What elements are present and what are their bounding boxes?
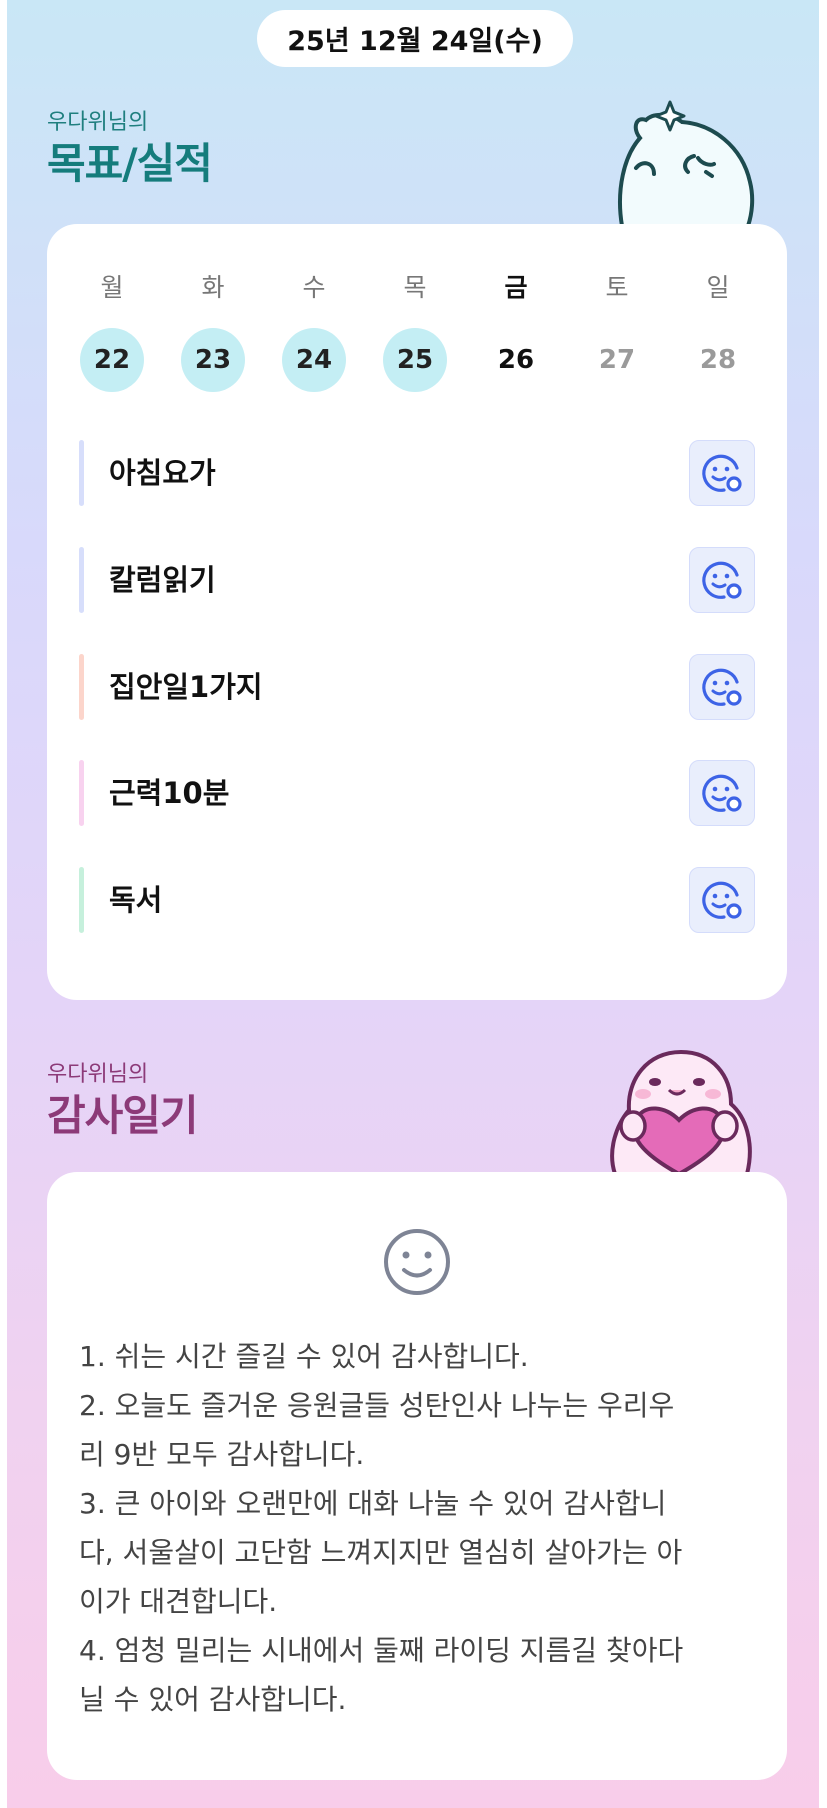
diary-line: 1. 쉬는 시간 즐길 수 있어 감사합니다. [79,1340,529,1373]
diary-line: 3. 큰 아이와 오랜만에 대화 나눌 수 있어 감사합니 [79,1487,667,1520]
goal-item[interactable]: 독서 [79,867,755,933]
smile-plus-icon [702,454,742,492]
date-25[interactable]: 25 [383,328,447,392]
ghost-mascot-sparkle-icon [618,100,755,226]
weekday-tue: 화 [201,273,225,302]
goal-check-button[interactable] [689,867,755,933]
goal-label: 근력10분 [109,776,230,810]
diary-text[interactable]: 1. 쉬는 시간 즐길 수 있어 감사합니다. 2. 오늘도 즐거운 응원글들 … [79,1332,759,1724]
date-22[interactable]: 22 [80,328,144,392]
weekday-wed: 수 [302,273,326,302]
weekday-thu: 목 [403,273,427,302]
goal-label: 아침요가 [109,456,216,490]
goal-item[interactable]: 근력10분 [79,760,755,826]
weekday-fri: 금 [504,273,528,302]
goal-check-button[interactable] [689,440,755,506]
date-24[interactable]: 24 [282,328,346,392]
goal-check-button[interactable] [689,760,755,826]
diary-line: 2. 오늘도 즐거운 응원글들 성탄인사 나누는 우리우 [79,1389,675,1422]
goals-title: 목표/실적 [47,139,213,188]
smile-plus-icon [702,881,742,919]
goal-item[interactable]: 칼럼읽기 [79,547,755,613]
diary-line: 다, 서울살이 고단함 느껴지지만 열심히 살아가는 아 [79,1536,683,1569]
weekday-mon: 월 [100,273,124,302]
smile-plus-icon [702,561,742,599]
goal-color-bar [79,654,84,720]
diary-line: 리 9반 모두 감사합니다. [79,1438,365,1471]
goal-item[interactable]: 아침요가 [79,440,755,506]
goal-color-bar [79,760,84,826]
mood-selector[interactable] [381,1226,453,1298]
diary-line: 닐 수 있어 감사합니다. [79,1683,347,1716]
date-28[interactable]: 28 [686,328,750,392]
goal-item[interactable]: 집안일1가지 [79,654,755,720]
date-header[interactable]: 25년 12월 24일(수) [257,10,573,67]
goal-check-button[interactable] [689,547,755,613]
gratitude-title: 감사일기 [47,1091,199,1140]
diary-line: 이가 대견합니다. [79,1585,278,1618]
date-27[interactable]: 27 [585,328,649,392]
goal-label: 칼럼읽기 [109,563,216,597]
diary-line: 4. 엄청 밀리는 시내에서 둘째 라이딩 지름길 찾아다 [79,1634,684,1667]
date-label: 25년 12월 24일(수) [287,26,543,57]
goal-color-bar [79,440,84,506]
diary-card: 1. 쉬는 시간 즐길 수 있어 감사합니다. 2. 오늘도 즐거운 응원글들 … [47,1172,787,1780]
smile-plus-icon [702,774,742,812]
ghost-mascot-heart-icon [610,1050,752,1174]
date-23[interactable]: 23 [181,328,245,392]
goal-label: 집안일1가지 [109,670,263,704]
goals-card: 월 화 수 목 금 토 일 22 23 24 25 26 27 28 아침요가 [47,224,787,1000]
goal-check-button[interactable] [689,654,755,720]
goal-color-bar [79,547,84,613]
app-page: 25년 12월 24일(수) 우다위님의 목표/실적 월 화 수 목 금 토 일… [7,0,819,1808]
goal-label: 독서 [109,883,163,917]
smile-plus-icon [702,668,742,706]
weekday-sun: 일 [706,273,730,302]
date-26[interactable]: 26 [484,328,548,392]
weekday-sat: 토 [605,273,629,302]
smile-icon [384,1229,450,1295]
goal-color-bar [79,867,84,933]
